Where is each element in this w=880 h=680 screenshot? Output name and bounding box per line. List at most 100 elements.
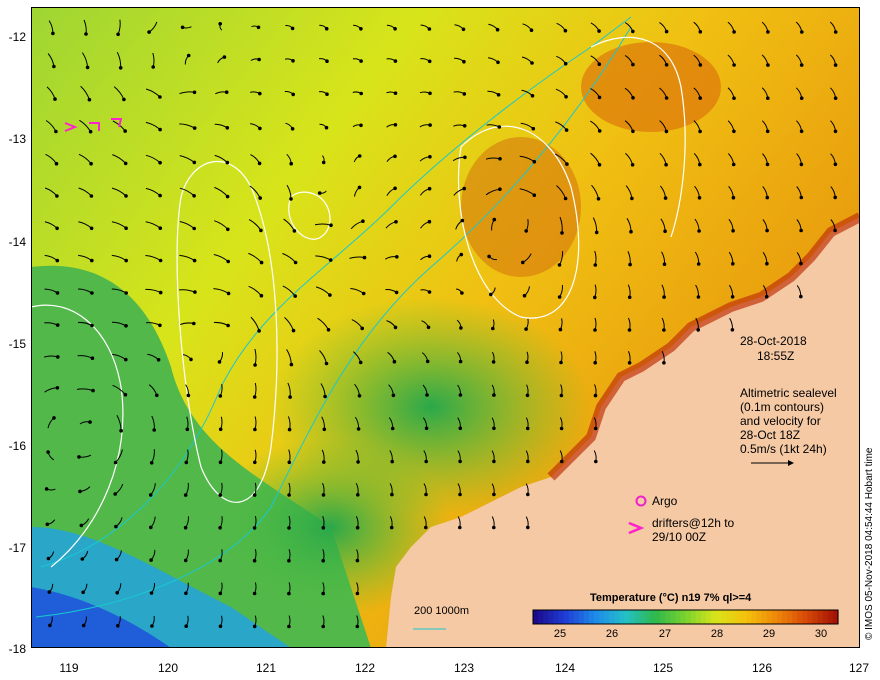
lon-label-125: 125 [652,661,674,675]
lat-label-14: -14 [8,235,26,249]
map-date: 28-Oct-2018 [740,334,807,348]
velocity-arrow-head [259,228,263,233]
velocity-arrow-head [498,187,502,191]
velocity-arrow-head [631,96,635,100]
velocity-arrow-head [124,226,128,230]
velocity-arrow-head [630,196,634,201]
colorbar-segment [614,610,621,624]
velocity-arrow-head [522,293,527,298]
velocity-arrow-head [257,57,261,62]
colorbar-tick-25: 25 [553,628,567,640]
velocity-arrow-head [390,492,394,497]
velocity-arrow-head [114,524,118,529]
velocity-arrow-head [487,254,491,259]
velocity-arrow-head [631,29,635,34]
drifter-label-2: 29/10 00Z [652,530,707,544]
velocity-arrow-head [565,162,569,166]
velocity-arrow-head [526,459,530,464]
velocity-arrow-head [291,59,295,63]
velocity-arrow-head [90,356,95,361]
colorbar-segment [741,610,748,624]
velocity-arrow-head [91,388,95,393]
velocity-arrow-head [359,91,364,96]
velocity-arrow-head [559,426,564,431]
colorbar-segment [751,610,758,624]
velocity-arrow-head [427,219,432,224]
velocity-arrow-head [390,459,395,464]
velocity-arrow-head [463,155,467,160]
velocity-arrow-head [563,196,568,201]
velocity-arrow-head [460,218,465,223]
velocity-arrow-head [323,394,327,399]
colorbar-segment [660,610,666,624]
colorbar-segment [817,610,824,624]
velocity-arrow-head [563,28,568,33]
velocity-arrow-head [492,217,497,222]
velocity-arrow-head [358,360,363,365]
velocity-arrow-head [833,228,837,233]
colorbar-segment [548,610,554,624]
velocity-arrow-head [664,162,668,167]
velocity-arrow-head [79,523,84,528]
velocity-arrow-head [287,624,291,629]
lat-label-15: -15 [8,337,26,351]
velocity-arrow-head [321,591,326,596]
velocity-arrow-head [459,252,464,257]
velocity-arrow-head [529,28,534,32]
velocity-arrow-head [51,31,55,36]
velocity-arrow-head [158,226,163,230]
velocity-arrow-head [189,357,193,362]
velocity-arrow-head [392,359,397,364]
velocity-arrow-head [55,291,60,295]
colorbar-segment [792,610,798,624]
velocity-arrow-head [393,123,398,127]
velocity-arrow-head [81,590,85,595]
velocity-arrow-head [116,32,120,37]
velocity-arrow-head [84,32,88,36]
velocity-arrow-head [218,591,223,596]
velocity-arrow-head [594,459,598,464]
velocity-arrow-head [800,30,804,34]
velocity-arrow-head [287,526,291,530]
velocity-arrow-head [393,325,398,330]
velocity-arrow-head [321,624,326,629]
velocity-arrow-head [663,229,667,233]
velocity-scale-label: 0.5m/s (1kt 24h) [740,442,827,456]
velocity-arrow-head [151,65,155,69]
velocity-arrow-head [183,558,188,563]
velocity-arrow-head [459,326,463,330]
velocity-arrow-head [325,59,329,63]
velocity-arrow-head [559,360,563,365]
warm-patch-central [461,137,581,277]
velocity-arrow-head [225,160,230,165]
colorbar-segment [563,610,570,624]
velocity-arrow-head [81,623,86,628]
velocity-arrow-head [224,90,229,94]
velocity-arrow-head [390,426,395,431]
bathy-legend-label: 200 1000m [414,605,470,617]
velocity-arrow-head [147,30,151,34]
colorbar-tick-29: 29 [762,628,776,640]
velocity-arrow-head [698,63,703,67]
velocity-arrow-head [149,591,154,595]
velocity-arrow-head [356,427,361,431]
velocity-arrow-head [458,359,463,364]
velocity-arrow-head [321,558,326,563]
velocity-arrow-head [357,185,362,190]
colorbar-segment [700,610,707,624]
velocity-arrow-head [525,426,530,431]
velocity-arrow-head [222,55,227,59]
velocity-arrow-head [149,525,153,530]
velocity-arrow-head [427,290,432,294]
velocity-arrow-head [52,416,56,420]
credit-line: © IMOS 05-Nov-2018 04:54:44 Hobart time [864,447,875,640]
colorbar-segment [639,610,646,624]
velocity-arrow-head [78,489,82,494]
warm-patch-ne [581,42,721,132]
velocity-arrow-head [185,427,190,432]
velocity-arrow-head [662,295,666,299]
velocity-arrow-head [696,295,701,299]
velocity-arrow-head [359,123,363,128]
velocity-arrow-head [393,91,398,95]
velocity-arrow-head [218,493,223,497]
